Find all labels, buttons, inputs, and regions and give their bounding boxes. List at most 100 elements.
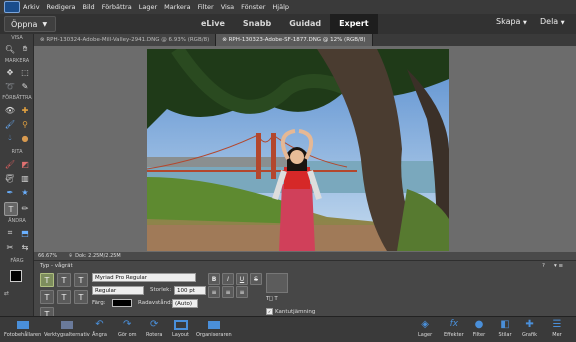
hand-tool-icon[interactable]: ✋︎ xyxy=(19,43,31,55)
graphics-label: Grafik xyxy=(522,332,538,338)
clone-stamp-icon[interactable]: ⚲ xyxy=(19,118,31,130)
swap-colors-icon[interactable]: ⇄ xyxy=(4,290,9,297)
menu-bild[interactable]: Bild xyxy=(82,3,94,11)
gradient-tool-icon[interactable]: ▥ xyxy=(19,172,31,184)
brush-tool-icon[interactable]: 🖌︎ xyxy=(4,158,16,170)
leading-field[interactable]: (Auto) xyxy=(172,299,198,308)
organizer-button[interactable]: Organiseraren xyxy=(196,319,232,338)
open-button[interactable]: Öppna ▼ xyxy=(4,16,56,32)
styles-button[interactable]: ◧ Stilar xyxy=(498,319,512,338)
chevron-down-icon: ▼ xyxy=(42,20,48,28)
font-family-select[interactable]: Myriad Pro Regular xyxy=(92,273,196,282)
font-style-select[interactable]: Regular xyxy=(92,286,144,295)
rotate-button[interactable]: ⟳ Rotera xyxy=(146,319,162,338)
create-button[interactable]: Skapa ▼ xyxy=(496,17,527,26)
mode-elive[interactable]: eLive xyxy=(192,14,234,34)
red-eye-tool-icon[interactable]: 👁︎ xyxy=(4,104,16,116)
text-on-selection-icon[interactable]: T xyxy=(57,290,71,304)
bold-button[interactable]: B xyxy=(208,273,220,285)
strikethrough-button[interactable]: S xyxy=(250,273,262,285)
menu-hjalp[interactable]: Hjälp xyxy=(272,3,289,11)
document-tab-active[interactable]: ⊗ RPH-130323-Adobe-SF-1877.DNG @ 12% (RG… xyxy=(216,34,373,46)
mode-expert[interactable]: Expert xyxy=(330,14,378,34)
content-aware-move-icon[interactable]: ✂ xyxy=(4,241,16,253)
foreground-color-swatch[interactable] xyxy=(10,270,22,282)
blur-tool-icon[interactable]: 💧︎ xyxy=(4,132,16,144)
align-right-icon[interactable]: ≡ xyxy=(236,286,248,298)
text-style-preview[interactable] xyxy=(266,273,288,293)
mode-guidad[interactable]: Guidad xyxy=(280,14,330,34)
type-tool-icon[interactable]: T xyxy=(4,202,18,216)
font-family-value: Myriad Pro Regular xyxy=(95,274,147,281)
undo-label: Ångra xyxy=(92,332,107,338)
section-visa: VISA xyxy=(11,35,23,41)
size-value: 100 pt xyxy=(177,287,195,294)
vertical-mask-icon[interactable]: T xyxy=(40,290,54,304)
tool-options-button[interactable]: Verktygsalternativ xyxy=(44,319,90,338)
redo-button[interactable]: ↷ Gör om xyxy=(118,319,137,338)
underline-button[interactable]: U xyxy=(236,273,248,285)
menu-markera[interactable]: Markera xyxy=(164,3,190,11)
menu-redigera[interactable]: Redigera xyxy=(47,3,76,11)
text-on-shape-icon[interactable]: T xyxy=(74,290,88,304)
healing-brush-icon[interactable]: ✚ xyxy=(19,104,31,116)
photo-bin-button[interactable]: Fotobehållaren xyxy=(4,319,41,338)
layout-button[interactable]: Layout xyxy=(172,319,189,338)
marquee-tool-icon[interactable]: ⬚ xyxy=(19,66,31,78)
recompose-tool-icon[interactable]: ⬒ xyxy=(19,227,31,239)
zoom-level[interactable]: 66.67% xyxy=(38,253,57,259)
info-icon[interactable]: ⌾ xyxy=(69,253,72,259)
section-andra: ÄNDRA xyxy=(8,218,26,224)
more-button[interactable]: ☰ Mer xyxy=(550,319,564,338)
pencil-tool-icon[interactable]: ✏︎ xyxy=(19,202,31,214)
antialias-checkbox[interactable]: ✓ xyxy=(266,308,273,315)
move-tool-icon[interactable]: ✥ xyxy=(4,66,16,78)
antialias-label: Kantutjämning xyxy=(275,308,316,315)
undo-button[interactable]: ↶ Ångra xyxy=(92,319,107,338)
graphics-button[interactable]: ✚ Grafik xyxy=(522,319,537,338)
document-image[interactable] xyxy=(147,49,449,251)
vertical-type-icon[interactable]: T xyxy=(57,273,71,287)
shape-tool-icon[interactable]: ★ xyxy=(19,186,31,198)
sponge-tool-icon[interactable]: ● xyxy=(19,132,31,144)
mode-snabb[interactable]: Snabb xyxy=(234,14,280,34)
paint-bucket-icon[interactable]: 🪣︎ xyxy=(4,172,16,184)
italic-button[interactable]: I xyxy=(222,273,234,285)
redo-label: Gör om xyxy=(118,332,137,338)
lasso-tool-icon[interactable]: ➰ xyxy=(4,80,16,92)
tool-options-title: Typ - vågrät xyxy=(40,263,73,269)
document-tabs: ⊗ RPH-130324-Adobe-Mill-Valley-2941.DNG … xyxy=(34,34,576,46)
align-left-icon[interactable]: ≡ xyxy=(208,286,220,298)
menu-visa[interactable]: Visa xyxy=(221,3,234,11)
size-field[interactable]: 100 pt xyxy=(174,286,206,295)
help-icon[interactable]: ? xyxy=(542,263,545,269)
eraser-tool-icon[interactable]: ◩ xyxy=(19,158,31,170)
horizontal-type-icon[interactable]: T xyxy=(40,273,54,287)
align-center-icon[interactable]: ≡ xyxy=(222,286,234,298)
menu-lager[interactable]: Lager xyxy=(139,3,157,11)
layout-label: Layout xyxy=(172,332,189,338)
document-tab[interactable]: ⊗ RPH-130324-Adobe-Mill-Valley-2941.DNG … xyxy=(34,34,217,46)
layers-button[interactable]: ◈ Lager xyxy=(418,319,432,338)
color-label: Färg: xyxy=(92,300,106,306)
filter-button[interactable]: ● Filter xyxy=(472,319,486,338)
zoom-tool-icon[interactable]: 🔍︎ xyxy=(4,43,16,55)
effects-button[interactable]: fx Effekter xyxy=(444,319,464,338)
photo-bin-label: Fotobehållaren xyxy=(4,332,42,338)
text-color-swatch[interactable] xyxy=(112,299,132,307)
organizer-label: Organiseraren xyxy=(196,332,232,338)
crop-tool-icon[interactable]: ⌗ xyxy=(4,227,16,239)
straighten-tool-icon[interactable]: ⇆ xyxy=(19,241,31,253)
quick-selection-icon[interactable]: ✎ xyxy=(19,80,31,92)
menu-fonster[interactable]: Fönster xyxy=(241,3,265,11)
type-mask-icon[interactable]: T xyxy=(74,273,88,287)
menu-arkiv[interactable]: Arkiv xyxy=(23,3,40,11)
panel-menu-icon[interactable]: ▾ ≡ xyxy=(554,263,563,269)
smart-brush-icon[interactable]: 🖌︎ xyxy=(4,118,16,130)
antialias-option[interactable]: ✓ Kantutjämning xyxy=(266,308,315,315)
share-button[interactable]: Dela ▼ xyxy=(540,17,565,26)
menu-forbattra[interactable]: Förbättra xyxy=(102,3,132,11)
warp-text-icon[interactable]: T⃞ T xyxy=(266,296,278,302)
menu-filter[interactable]: Filter xyxy=(198,3,214,11)
color-picker-icon[interactable]: ✒ xyxy=(4,186,16,198)
